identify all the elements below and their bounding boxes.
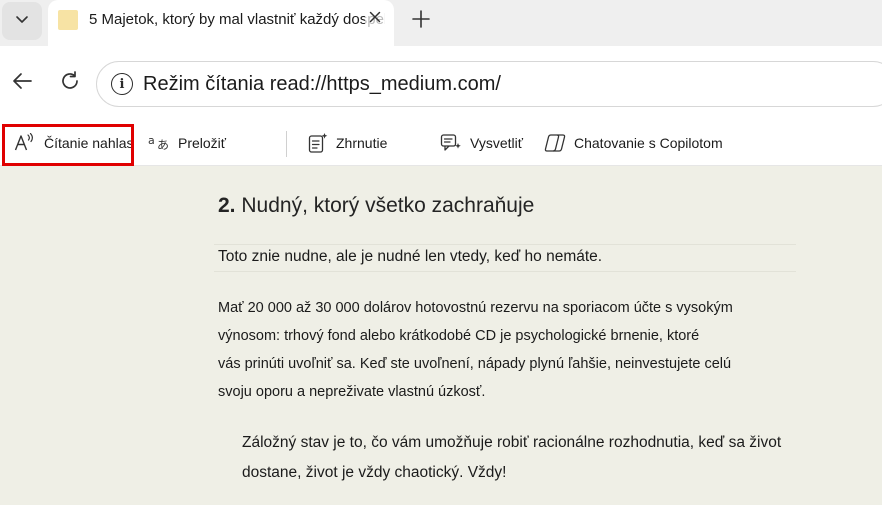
reader-toolbar: Čítanie nahlas aあ Preložiť Zhrnutie Vysv… xyxy=(0,120,882,166)
section-heading: 2. Nudný, ktorý všetko zachraňuje xyxy=(218,194,534,218)
paragraph-2: Mať 20 000 až 30 000 dolárov hotovostnú … xyxy=(218,294,778,406)
tab-strip: 5 Majetok, ktorý by mal vlastniť každý d… xyxy=(0,0,882,46)
url-text[interactable]: Režim čítania read://https_medium.com/ xyxy=(143,73,501,96)
close-icon xyxy=(369,10,381,28)
quote-line: Záložný stav je to, čo vám umožňuje robi… xyxy=(242,434,782,451)
back-arrow-icon xyxy=(11,70,33,97)
chevron-down-icon xyxy=(14,11,30,32)
favicon-icon xyxy=(58,10,78,30)
summarize-label: Zhrnutie xyxy=(336,135,388,151)
explain-label: Vysvetliť xyxy=(470,135,523,151)
heading-text: Nudný, ktorý všetko zachraňuje xyxy=(241,194,535,217)
quote-block: Záložný stav je to, čo vám umožňuje robi… xyxy=(242,428,802,488)
translate-icon: aあ xyxy=(148,133,170,153)
active-tab[interactable]: 5 Majetok, ktorý by mal vlastniť každý d… xyxy=(48,0,394,46)
address-bar[interactable]: i Režim čítania read://https_medium.com/ xyxy=(96,61,882,107)
paragraph-line: svoju oporu a nepreživate vlastnú úzkosť… xyxy=(218,384,486,400)
paragraph-line: Mať 20 000 až 30 000 dolárov hotovostnú … xyxy=(218,300,733,316)
close-tab-button[interactable] xyxy=(365,8,385,30)
navigation-bar: i Režim čítania read://https_medium.com/ xyxy=(0,46,882,120)
paragraph-line: výnosom: trhový fond alebo krátkodobé CD… xyxy=(218,328,700,344)
toolbar-divider xyxy=(286,131,287,157)
reader-view: 2. Nudný, ktorý všetko zachraňuje Toto z… xyxy=(0,166,882,505)
paragraph-line: vás prinúti uvoľniť sa. Keď ste uvoľnení… xyxy=(218,356,732,372)
svg-text:a: a xyxy=(148,134,155,147)
svg-text:あ: あ xyxy=(157,138,169,152)
heading-number: 2. xyxy=(218,194,236,217)
new-tab-button[interactable] xyxy=(405,6,437,36)
refresh-button[interactable] xyxy=(54,68,86,98)
copilot-icon xyxy=(544,133,566,153)
copilot-chat-label: Chatovanie s Copilotom xyxy=(574,135,723,151)
copilot-chat-button[interactable]: Chatovanie s Copilotom xyxy=(544,120,723,166)
translate-button[interactable]: aあ Preložiť xyxy=(148,120,226,166)
back-button[interactable] xyxy=(6,68,38,98)
summarize-button[interactable]: Zhrnutie xyxy=(308,120,387,166)
info-icon[interactable]: i xyxy=(111,73,133,95)
paragraph-1: Toto znie nudne, ale je nudné len vtedy,… xyxy=(218,248,603,265)
highlight-box xyxy=(2,124,134,166)
plus-icon xyxy=(412,9,430,33)
quote-line: dostane, život je vždy chaotický. Vždy! xyxy=(242,464,507,481)
summarize-icon xyxy=(308,132,328,154)
refresh-icon xyxy=(59,70,81,97)
tab-list-button[interactable] xyxy=(2,2,42,40)
explain-button[interactable]: Vysvetliť xyxy=(440,120,523,166)
explain-icon xyxy=(440,132,462,154)
tab-title: 5 Majetok, ktorý by mal vlastniť každý d… xyxy=(89,11,385,28)
translate-label: Preložiť xyxy=(178,135,227,151)
article: 2. Nudný, ktorý všetko zachraňuje Toto z… xyxy=(0,166,882,505)
